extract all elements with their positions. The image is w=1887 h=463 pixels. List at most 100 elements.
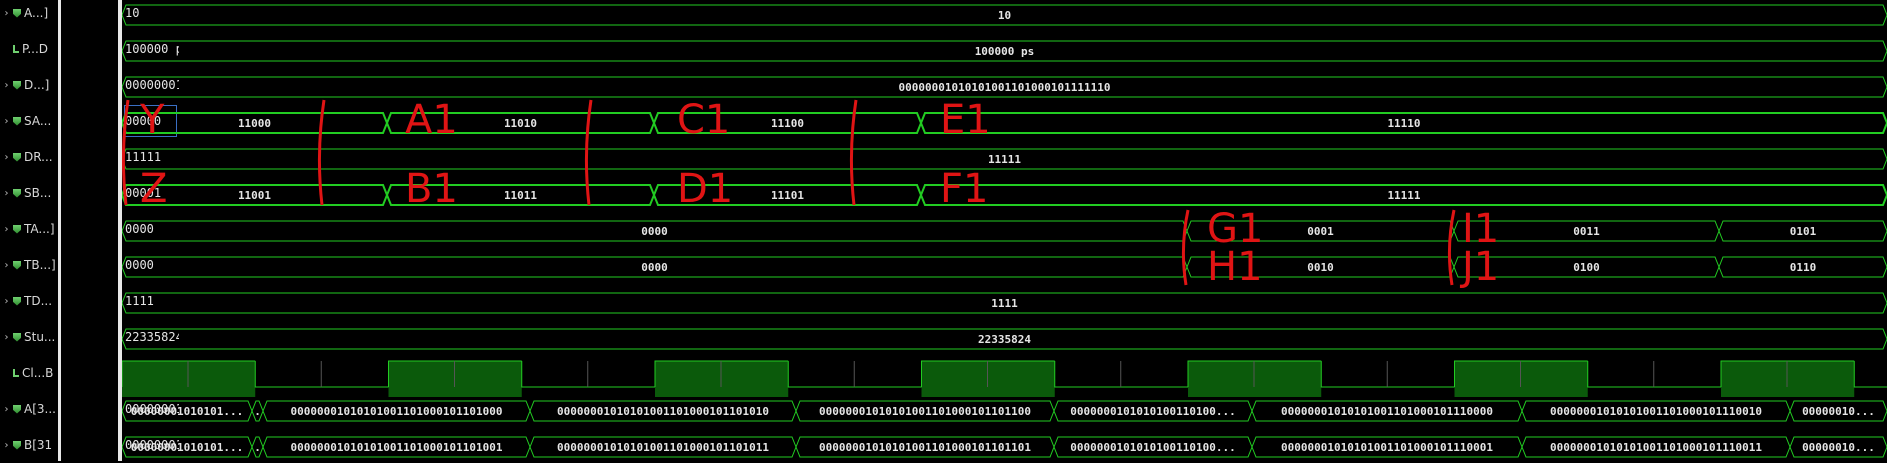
waveform-canvas[interactable]: 10100000 ps00000001010101001101000101111… xyxy=(122,0,1887,461)
bus-value-label: 00000001010101001101000101110001 xyxy=(1281,441,1493,454)
bus-value-label: 11111 xyxy=(988,153,1021,166)
annotation-label: J1 xyxy=(1459,244,1499,290)
signal-name-row[interactable]: › D...] xyxy=(0,67,58,103)
bus-value-label: 11111 xyxy=(1387,189,1420,202)
bus-value-label: 100000 ps xyxy=(975,45,1035,58)
expand-chevron-icon[interactable]: › xyxy=(0,440,13,451)
annotation-label: E1 xyxy=(940,97,991,143)
signal-name-row[interactable]: › SA... xyxy=(0,103,58,139)
bus-value-label: 11001 xyxy=(238,189,271,202)
signal-name-label: TD... xyxy=(24,294,53,308)
signal-name-row[interactable]: › TA...] xyxy=(0,211,58,247)
signal-name-row[interactable]: › TB...] xyxy=(0,247,58,283)
signal-name-row[interactable]: › A...] xyxy=(0,0,58,31)
bus-value-label: 0110 xyxy=(1790,261,1817,274)
bus-value-label: 00000001010101001101000101101011 xyxy=(557,441,769,454)
expand-chevron-icon[interactable]: › xyxy=(0,8,13,19)
signal-name-row[interactable]: › Stu... xyxy=(0,319,58,355)
bus-value-label: 1111 xyxy=(991,297,1018,310)
annotation-label: B1 xyxy=(405,166,458,212)
expand-chevron-icon[interactable]: › xyxy=(0,260,13,271)
bus-value-label: 00000001010101001101000101110010 xyxy=(1550,405,1762,418)
annotation-bracket xyxy=(849,99,858,206)
signal-name-label: SB... xyxy=(24,186,52,200)
expand-chevron-icon[interactable]: › xyxy=(0,296,13,307)
signal-name-label: TB...] xyxy=(24,258,56,272)
annotation-label: H1 xyxy=(1207,244,1263,290)
signal-name-label: D...] xyxy=(24,78,50,92)
bus-value-label: 00000010... xyxy=(1802,441,1875,454)
annotation-label: Y xyxy=(139,97,165,143)
bus-signal-icon xyxy=(13,296,21,306)
bus-value-label: 11110 xyxy=(1387,117,1420,130)
bit-signal-icon xyxy=(13,45,19,53)
bus-value-label: 0100 xyxy=(1573,261,1600,274)
annotation-label: A1 xyxy=(405,97,458,143)
signal-name-label: TA...] xyxy=(24,222,55,236)
clock-high-pulse xyxy=(1721,361,1855,397)
bus-value-label: 0001 xyxy=(1307,225,1334,238)
bus-signal-icon xyxy=(13,332,21,342)
signal-name-label: A...] xyxy=(24,6,49,20)
signal-name-row[interactable]: › DR... xyxy=(0,139,58,175)
bus-value-label: 22335824 xyxy=(978,333,1031,346)
bus-value-label: 0000 xyxy=(641,261,668,274)
bus-value-label: . xyxy=(254,405,261,418)
signal-name-label: A[3... xyxy=(24,402,56,416)
bus-signal-icon xyxy=(13,80,21,90)
bus-value-label: 00000001010101... xyxy=(131,441,244,454)
bus-signal-icon xyxy=(13,440,21,450)
bus-signal-icon xyxy=(13,404,21,414)
bus-value-label: 11010 xyxy=(504,117,537,130)
bus-signal-icon xyxy=(13,260,21,270)
bus-value-label: . xyxy=(254,441,261,454)
bus-value-label: 0000 xyxy=(641,225,668,238)
signal-name-row[interactable]: › TD... xyxy=(0,283,58,319)
signal-name-row[interactable]: › SB... xyxy=(0,175,58,211)
expand-chevron-icon[interactable]: › xyxy=(0,332,13,343)
bus-signal-icon xyxy=(13,224,21,234)
bus-value-label: 00000010... xyxy=(1802,405,1875,418)
bus-value-label: 11011 xyxy=(504,189,537,202)
expand-chevron-icon[interactable]: › xyxy=(0,404,13,415)
bus-value-label: 00000001010101001101000101101001 xyxy=(291,441,503,454)
bit-signal-icon xyxy=(13,369,19,377)
bus-value-label: 10 xyxy=(998,9,1011,22)
expand-chevron-icon[interactable]: › xyxy=(0,152,13,163)
expand-chevron-icon[interactable]: › xyxy=(0,80,13,91)
annotation-label: Z xyxy=(140,166,167,212)
signal-name-row[interactable]: P...D xyxy=(0,31,58,67)
bus-signal-icon xyxy=(13,8,21,18)
annotation-label: D1 xyxy=(677,166,733,212)
bus-value-label: 0101 xyxy=(1790,225,1817,238)
annotation-bracket xyxy=(317,99,326,206)
signal-name-row[interactable]: › A[3... xyxy=(0,391,58,427)
expand-chevron-icon[interactable]: › xyxy=(0,116,13,127)
signal-name-label: SA... xyxy=(24,114,52,128)
signal-name-row[interactable]: Cl...B xyxy=(0,355,58,391)
clock-high-pulse xyxy=(1188,361,1322,397)
clock-high-pulse xyxy=(388,361,522,397)
bus-value-label: 00000001010101001101000101110000 xyxy=(1281,405,1493,418)
bus-value-label: 00000001010101001101000101101101 xyxy=(819,441,1031,454)
clock-high-pulse xyxy=(655,361,789,397)
annotation-label: F1 xyxy=(940,166,988,212)
bus-value-label: 00000001010101001101000101110011 xyxy=(1550,441,1762,454)
bus-value-label: 0000000101010100110100... xyxy=(1070,405,1236,418)
signal-name-row[interactable]: › B[31 xyxy=(0,427,58,463)
bus-value-label: 00000001010101... xyxy=(131,405,244,418)
expand-chevron-icon[interactable]: › xyxy=(0,188,13,199)
annotation-bracket xyxy=(1181,209,1190,286)
bus-signal-icon xyxy=(13,188,21,198)
bus-value-label: 11000 xyxy=(238,117,271,130)
bus-value-label: 00000001010101001101000101101000 xyxy=(291,405,503,418)
bus-value-label: 00000001010101001101000101111110 xyxy=(899,81,1111,94)
annotation-bracket xyxy=(584,99,593,206)
bus-value-label: 0010 xyxy=(1307,261,1334,274)
bus-value-label: 11100 xyxy=(771,117,804,130)
expand-chevron-icon[interactable]: › xyxy=(0,224,13,235)
signal-name-label: Cl...B xyxy=(22,366,54,380)
clock-high-pulse xyxy=(1454,361,1588,397)
clock-high-pulse xyxy=(122,361,256,397)
signal-name-label: P...D xyxy=(22,42,49,56)
